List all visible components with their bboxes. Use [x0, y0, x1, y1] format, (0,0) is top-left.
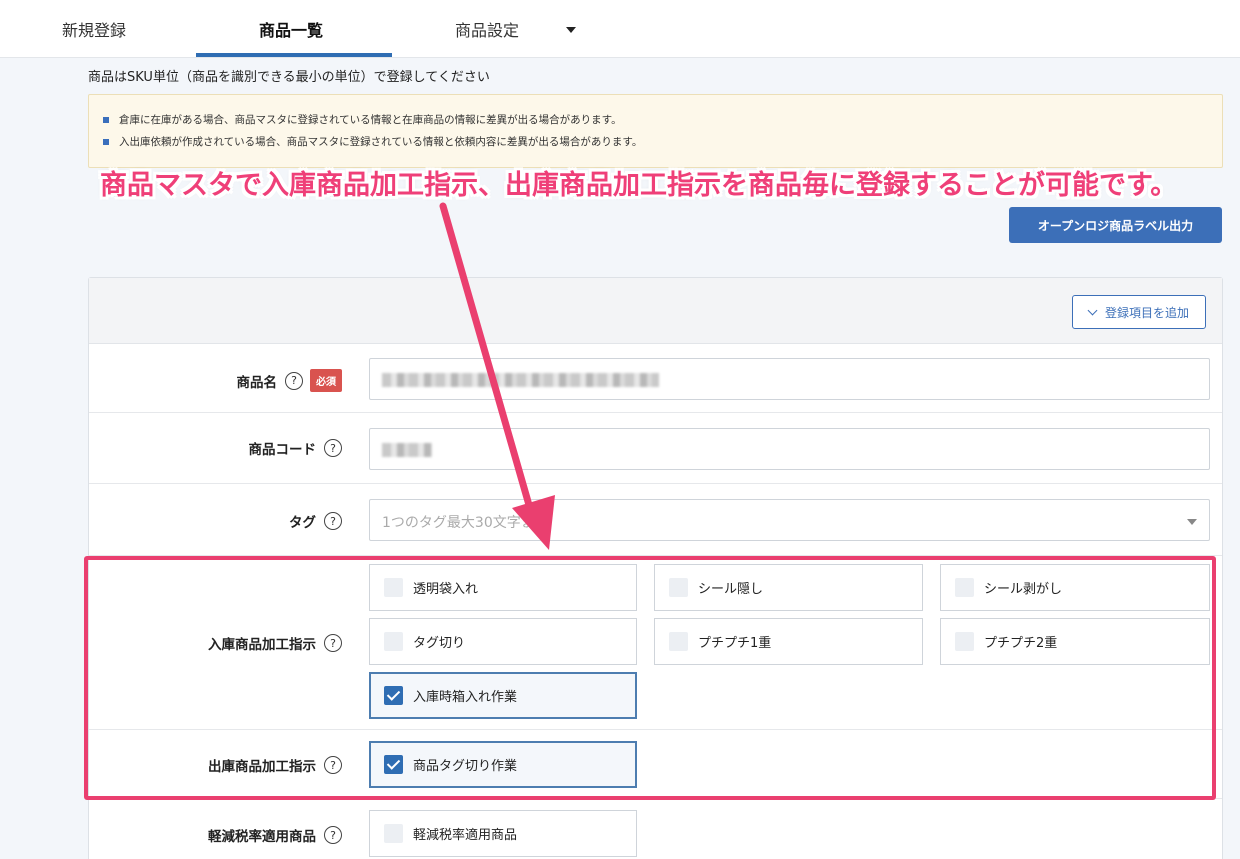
annotation-arrow — [439, 202, 555, 550]
annotation-text: 商品マスタで入庫商品加工指示、出庫商品加工指示を商品毎に登録することが可能です。 — [100, 170, 1178, 201]
arrow-shaft — [439, 202, 535, 516]
arrow-head — [512, 495, 555, 550]
